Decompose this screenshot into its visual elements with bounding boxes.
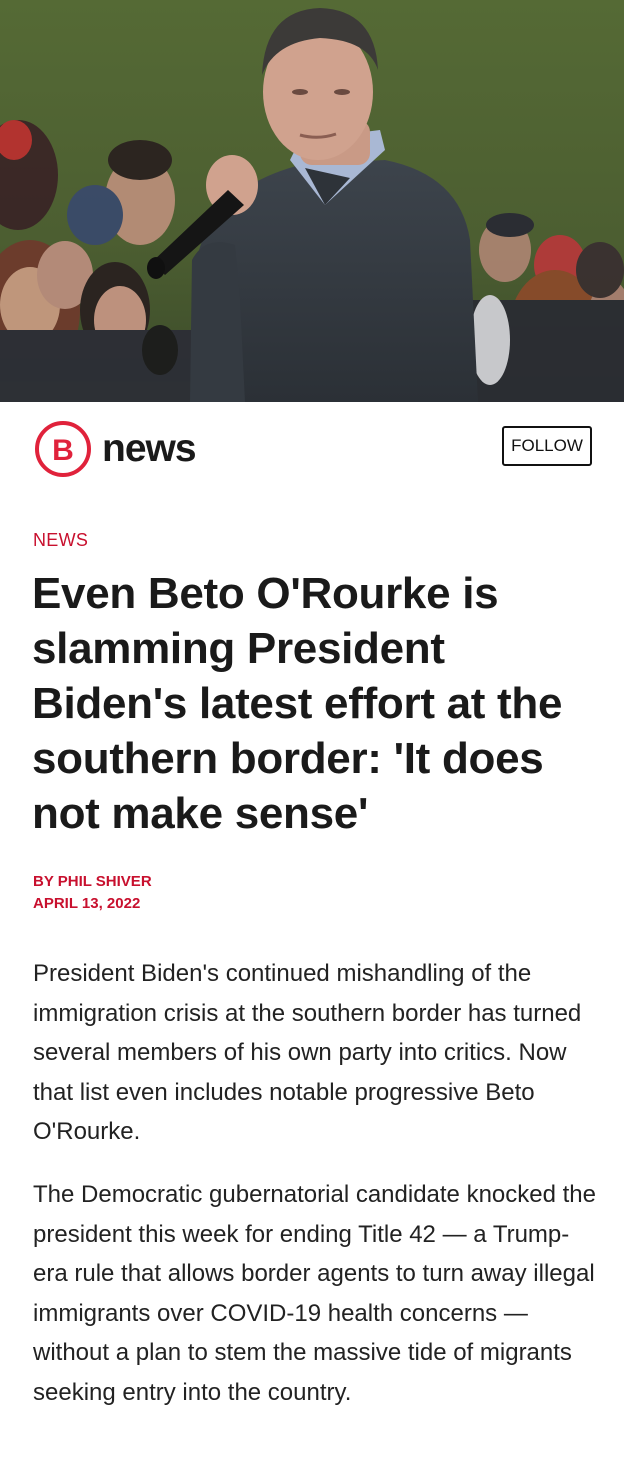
article-author[interactable]: BY PHIL SHIVER — [33, 871, 152, 893]
logo-letter: B — [52, 434, 74, 467]
hero-image[interactable] — [0, 0, 624, 402]
follow-button[interactable]: FOLLOW — [502, 426, 592, 466]
article-date: APRIL 13, 2022 — [33, 895, 141, 912]
blaze-logo-icon: B — [35, 421, 91, 477]
publisher-name: news — [102, 427, 197, 470]
article-paragraph: President Biden's continued mishandling … — [33, 960, 582, 1145]
article-paragraph: The Democratic gubernatorial candidate k… — [33, 1181, 596, 1406]
hero-photo-illustration — [0, 0, 624, 402]
article-headline: Even Beto O'Rourke is slamming President… — [32, 569, 563, 838]
article-category[interactable]: NEWS — [33, 530, 88, 551]
publisher-logo[interactable]: B news — [34, 420, 197, 478]
article-byline-block: BY PHIL SHIVER APRIL 13, 2022 — [33, 871, 152, 915]
publisher-bar: B news FOLLOW — [0, 402, 624, 502]
